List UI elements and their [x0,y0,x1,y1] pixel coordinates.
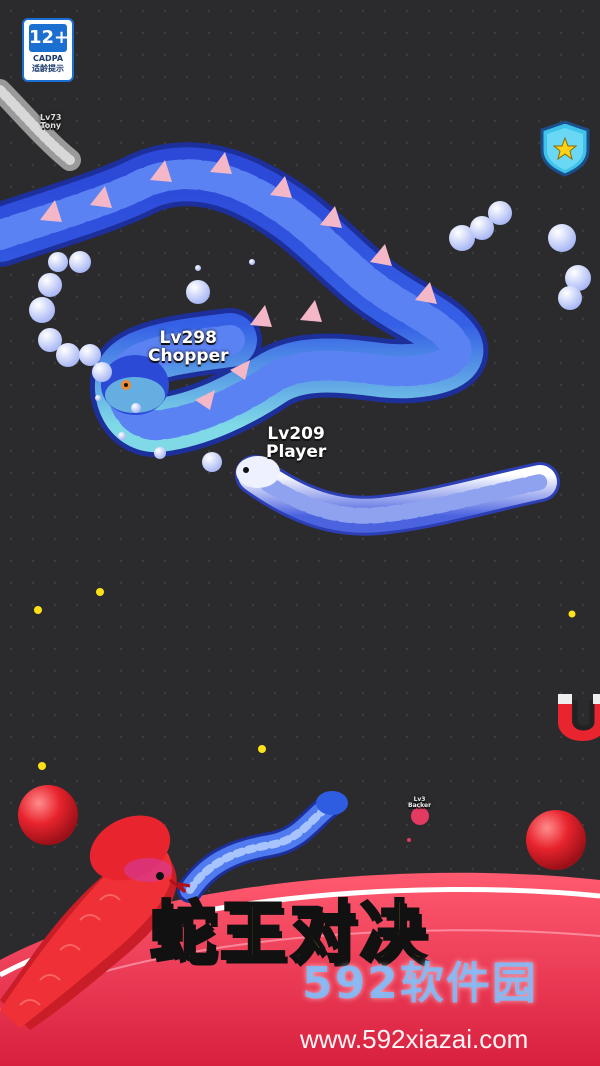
snake-name: Tony [40,121,62,131]
age-rating-note: 适龄提示 [32,64,64,73]
game-title: 蛇王对决 [149,894,430,971]
snake-label-small: Lv3 Backer [408,796,432,810]
snake-label-tony: Lv73 Tony [40,113,62,131]
snake-name: Player [266,441,327,462]
age-rating-number: 12+ [29,24,69,52]
game-board[interactable]: Lv73 Tony Lv298 Chopper Lv209 Player Lv3… [0,0,600,1066]
age-rating-badge: 12+ CADPA 适龄提示 [22,18,74,82]
age-rating-org: CADPA [32,54,64,63]
snake-label-player: Lv209 Player [266,425,327,462]
snake-name: Chopper [148,345,229,366]
snake-label-chopper: Lv298 Chopper [148,329,229,366]
watermark-brand: 592软件园 [302,958,538,1009]
snake-name: Backer [408,802,432,810]
watermark-url: www.592xiazai.com [300,1024,529,1054]
